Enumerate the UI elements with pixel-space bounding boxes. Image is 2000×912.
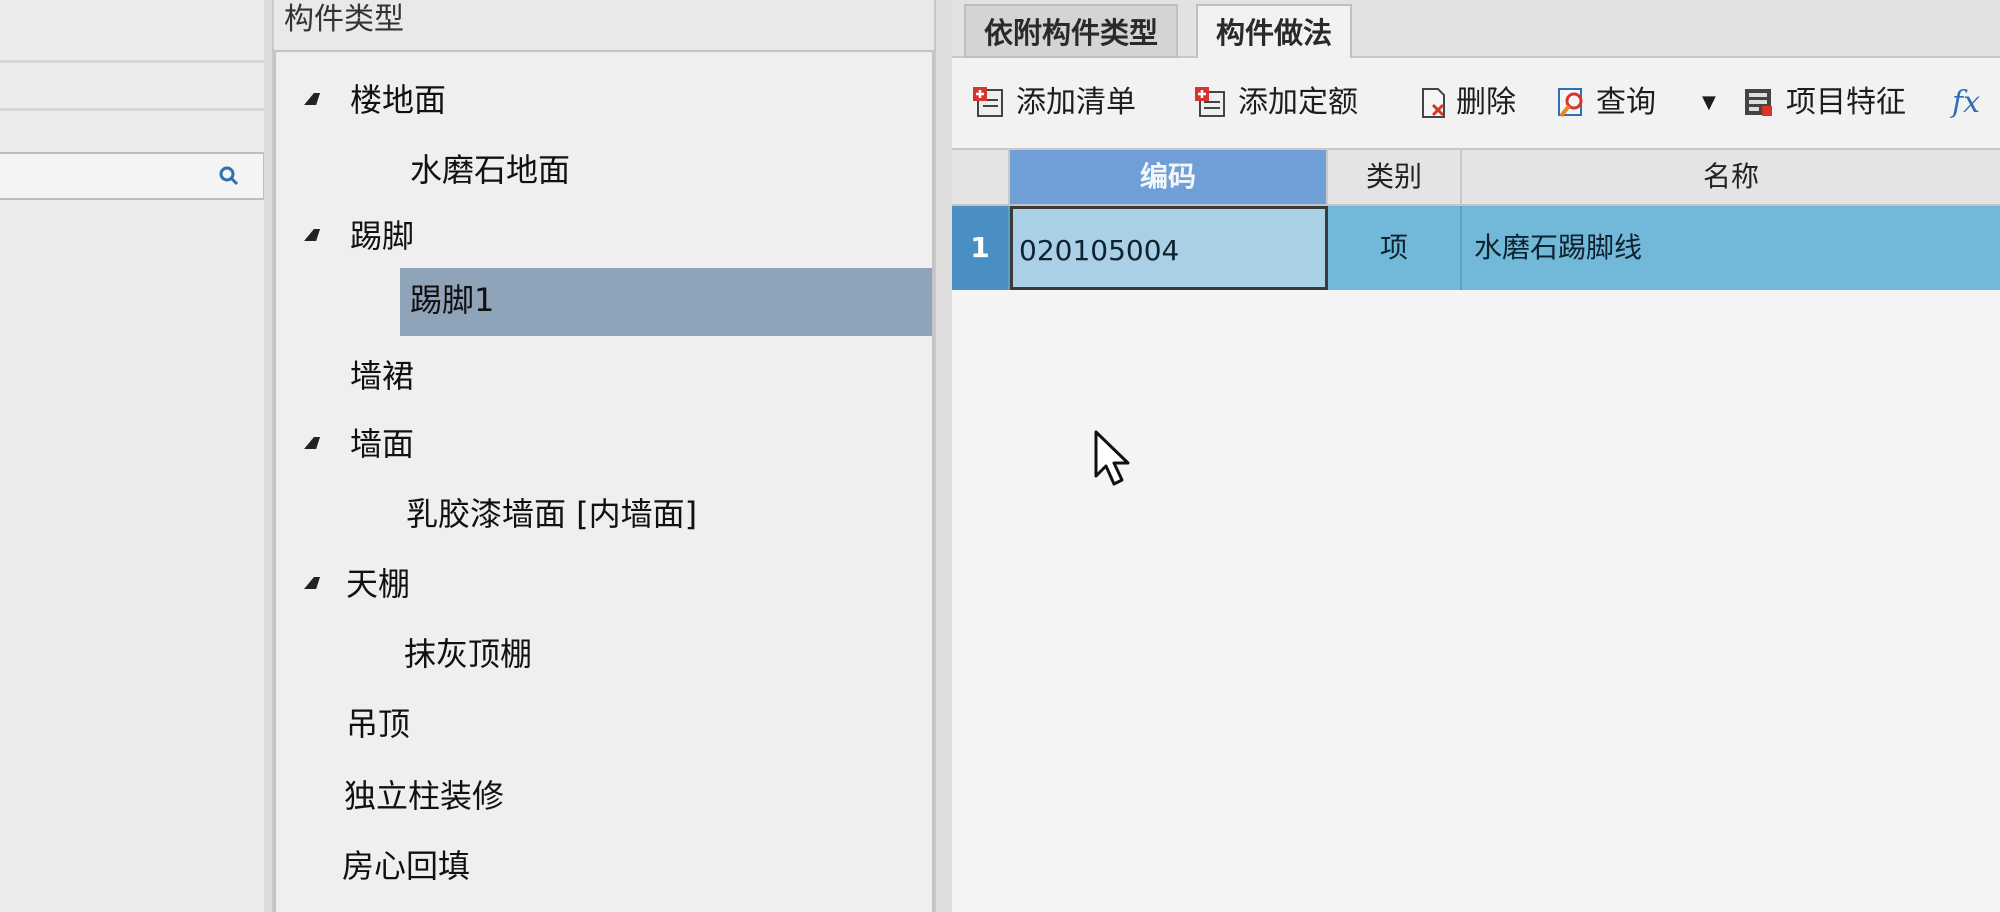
mouse-cursor-icon <box>1094 430 1130 486</box>
column-header-name[interactable]: 名称 <box>1462 150 2000 204</box>
item-feature-label: 项目特征 <box>1786 85 1906 120</box>
tree-title: 构件类型 <box>284 2 404 37</box>
splitter[interactable] <box>934 0 952 912</box>
tree-item-label: 楼地面 <box>350 81 447 119</box>
tree-item-label: 天棚 <box>346 565 411 603</box>
tree-item-label: 踢脚 <box>350 217 415 255</box>
row-number-header <box>952 150 1010 204</box>
expand-caret-icon[interactable] <box>304 229 320 241</box>
method-grid: 编码 类别 名称 1 020105004 项 水磨石踢脚线 <box>952 148 2000 912</box>
tree-item-label: 独立柱装修 <box>344 777 505 815</box>
query-label: 查询 <box>1596 85 1656 120</box>
column-header-code[interactable]: 编码 <box>1010 150 1328 204</box>
strip-divider <box>0 108 268 111</box>
tree-item-floor[interactable]: 楼地面 <box>276 68 932 132</box>
tree-item-wall[interactable]: 墙面 <box>276 412 932 476</box>
name-cell[interactable]: 水磨石踢脚线 <box>1462 206 2000 290</box>
strip-divider <box>0 60 268 63</box>
tree-item-suspended-ceiling[interactable]: 吊顶 <box>276 692 932 756</box>
tree-item-label: 墙裙 <box>350 357 415 395</box>
tree-item-plaster-ceiling[interactable]: 抹灰顶棚 <box>276 622 932 686</box>
delete-icon <box>1422 88 1445 118</box>
column-header-category[interactable]: 类别 <box>1328 150 1462 204</box>
fx-icon: fx <box>1952 85 1981 120</box>
code-cell[interactable]: 020105004 <box>1010 206 1328 290</box>
expand-caret-icon[interactable] <box>304 93 320 105</box>
item-feature-icon <box>1745 89 1772 116</box>
add-quota-label: 添加定额 <box>1238 85 1358 120</box>
tree-item-dado[interactable]: 墙裙 <box>276 344 932 408</box>
tab-bar: 依附构件类型 构件做法 <box>952 0 2000 58</box>
tree-item-label: 房心回填 <box>342 847 471 885</box>
toolbar: 添加清单 添加定额 删除 查询 ▼ 项目特征 fx <box>952 72 2000 134</box>
tree-item-backfill[interactable]: 房心回填 <box>276 834 932 898</box>
splitter[interactable] <box>264 0 274 912</box>
query-dropdown-icon[interactable]: ▼ <box>1702 80 1716 126</box>
tree-item-skirting-1[interactable]: 踢脚1 <box>276 268 932 336</box>
tree-item-terrazzo-floor[interactable]: 水磨石地面 <box>276 138 932 202</box>
add-list-label: 添加清单 <box>1016 85 1136 120</box>
row-number[interactable]: 1 <box>952 206 1010 290</box>
search-icon[interactable] <box>217 164 241 188</box>
delete-label: 删除 <box>1456 85 1516 120</box>
tab-attached-component-types[interactable]: 依附构件类型 <box>964 4 1179 58</box>
query-icon <box>1558 88 1583 118</box>
tree-item-label: 踢脚1 <box>410 281 495 319</box>
tree-item-latex-wall[interactable]: 乳胶漆墙面 [内墙面] <box>276 482 932 546</box>
search-input[interactable] <box>0 152 265 200</box>
tree-item-label: 乳胶漆墙面 [内墙面] <box>406 495 698 533</box>
expand-caret-icon[interactable] <box>304 437 320 449</box>
tree-item-label: 抹灰顶棚 <box>404 635 533 673</box>
add-quota-icon <box>1195 87 1225 117</box>
tab-component-method[interactable]: 构件做法 <box>1196 4 1353 58</box>
left-strip <box>0 0 268 912</box>
tree-item-ceiling[interactable]: 天棚 <box>276 552 932 616</box>
tree-item-label: 水磨石地面 <box>410 151 571 189</box>
table-row[interactable]: 1 020105004 项 水磨石踢脚线 <box>952 206 2000 290</box>
grid-header: 编码 类别 名称 <box>952 150 2000 206</box>
tree-item-label: 吊顶 <box>346 705 411 743</box>
expand-caret-icon[interactable] <box>304 577 320 589</box>
component-type-tree: 楼地面 水磨石地面 踢脚 踢脚1 墙裙 墙面 乳胶漆墙面 [内墙面] 天棚 抹灰… <box>274 50 934 912</box>
tree-item-label: 墙面 <box>350 425 415 463</box>
tree-item-skirting[interactable]: 踢脚 <box>276 204 932 268</box>
tree-item-column-finish[interactable]: 独立柱装修 <box>276 764 932 828</box>
category-cell[interactable]: 项 <box>1328 206 1462 290</box>
add-list-icon <box>973 87 1003 117</box>
formula-button[interactable]: fx <box>1952 80 1980 126</box>
